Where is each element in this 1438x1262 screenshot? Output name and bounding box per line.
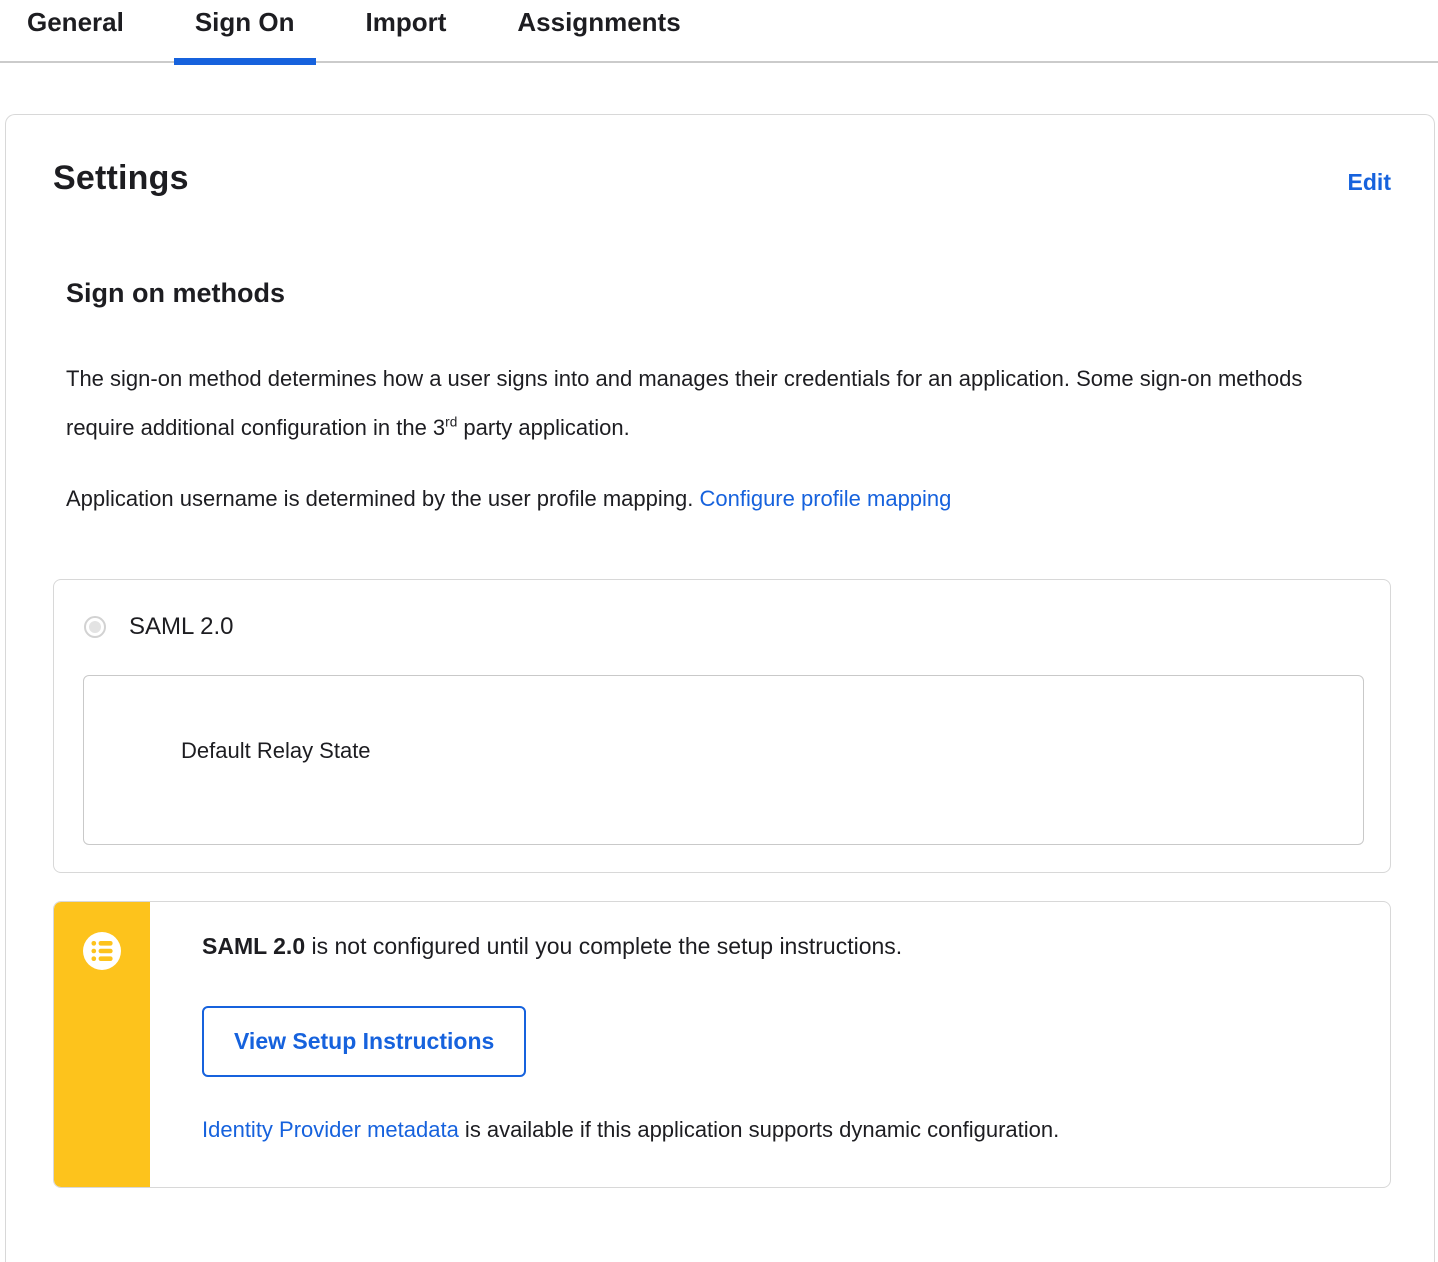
callout-message-bold: SAML 2.0 (202, 933, 306, 959)
tab-import[interactable]: Import (345, 0, 468, 61)
settings-title: Settings (53, 159, 189, 197)
metadata-line: Identity Provider metadata is available … (202, 1117, 1059, 1143)
description-text: The sign-on method determines how a user… (66, 366, 1303, 440)
relay-state-panel: Default Relay State (83, 675, 1364, 845)
identity-provider-metadata-link[interactable]: Identity Provider metadata (202, 1117, 459, 1142)
app-tab-bar: General Sign On Import Assignments (0, 0, 1438, 65)
callout-body: SAML 2.0 is not configured until you com… (150, 902, 1099, 1187)
callout-warning-stripe (54, 902, 150, 1187)
saml-panel: SAML 2.0 Default Relay State (53, 579, 1391, 873)
settings-card: Settings Edit Sign on methods The sign-o… (5, 114, 1435, 1262)
saml-radio-button[interactable] (84, 616, 106, 638)
callout-message: SAML 2.0 is not configured until you com… (202, 932, 1059, 960)
tab-sign-on[interactable]: Sign On (173, 0, 316, 65)
username-mapping-text: Application username is determined by th… (66, 486, 700, 511)
metadata-text: is available if this application support… (458, 1117, 1060, 1142)
relay-state-label: Default Relay State (181, 738, 371, 763)
saml-radio-row: SAML 2.0 (83, 613, 1364, 641)
configure-profile-mapping-link[interactable]: Configure profile mapping (699, 486, 951, 511)
edit-link[interactable]: Edit (1348, 169, 1391, 196)
saml-radio-label: SAML 2.0 (129, 613, 234, 640)
settings-card-header: Settings Edit (53, 159, 1391, 198)
description-text-2: party application. (457, 415, 630, 440)
sign-on-methods-heading: Sign on methods (66, 278, 285, 308)
saml-warning-callout: SAML 2.0 is not configured until you com… (53, 901, 1391, 1188)
callout-message-text: is not configured until you complete the… (305, 933, 903, 959)
list-icon (83, 932, 121, 970)
view-setup-instructions-button[interactable]: View Setup Instructions (202, 1006, 527, 1077)
description-superscript: rd (445, 414, 458, 430)
sign-on-methods-description: The sign-on method determines how a user… (66, 354, 1356, 452)
sign-on-methods-section: Sign on methods The sign-on method deter… (53, 278, 1391, 523)
tab-assignments[interactable]: Assignments (496, 0, 701, 61)
tab-general[interactable]: General (6, 0, 145, 61)
username-mapping-line: Application username is determined by th… (66, 474, 1356, 523)
